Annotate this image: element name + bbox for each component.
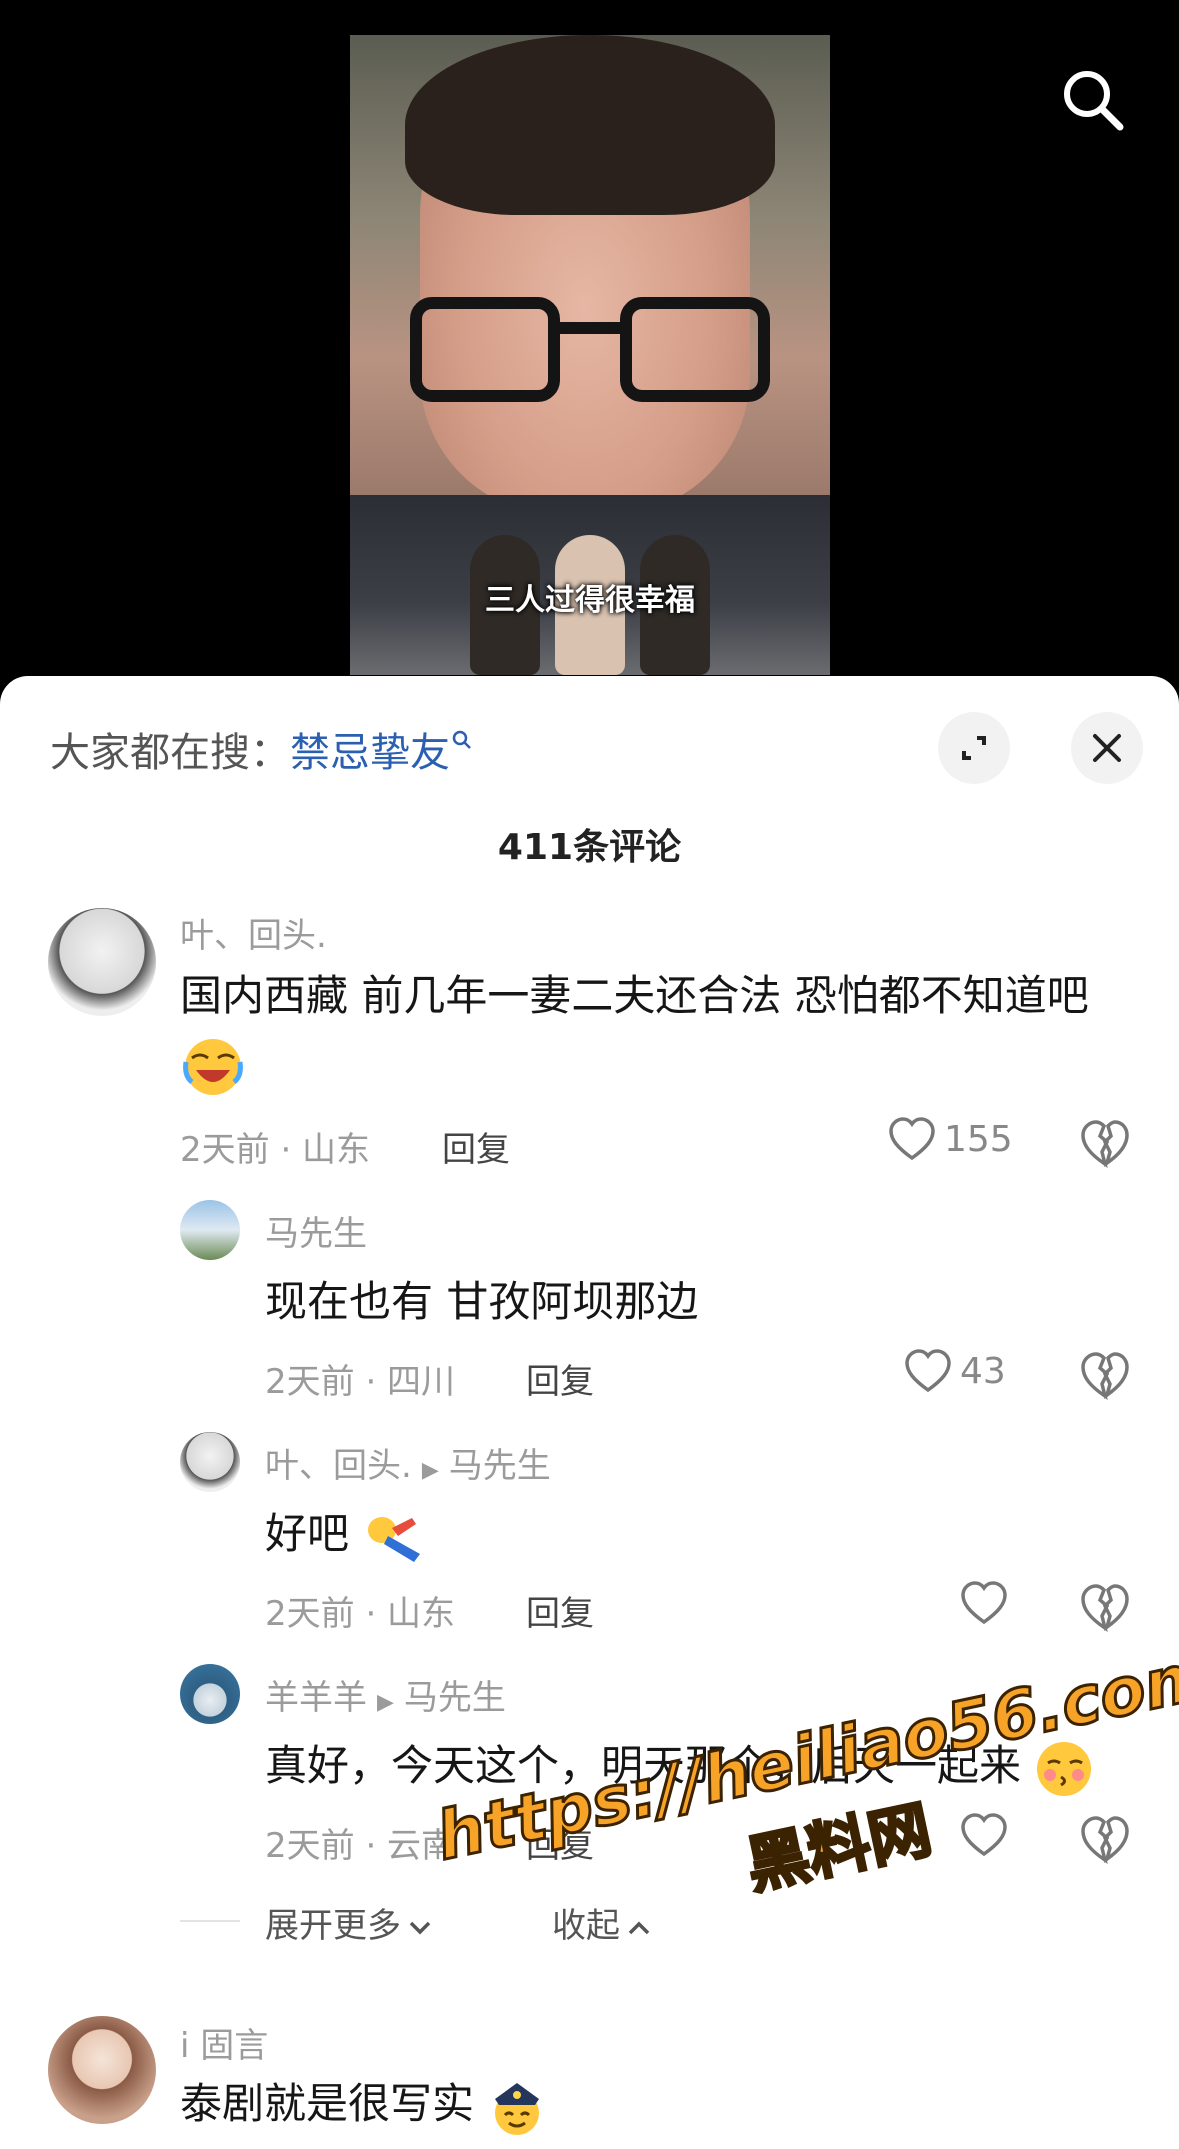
video-bottom-clip: 三人过得很幸福 bbox=[350, 495, 830, 675]
like-count: 155 bbox=[944, 1118, 1013, 1160]
hot-search-prefix: 大家都在搜： bbox=[50, 730, 290, 776]
comment-meta: 2天前 · 山东 bbox=[180, 1130, 371, 1170]
reply-button[interactable]: 回复 bbox=[526, 1586, 594, 1635]
reply-username[interactable]: 马先生 bbox=[265, 1206, 367, 1255]
broken-heart-icon[interactable] bbox=[1080, 1582, 1130, 1632]
lying-down-emoji-icon bbox=[368, 1516, 421, 1562]
comment-username[interactable]: i 固言 bbox=[180, 2018, 268, 2067]
video-top-clip bbox=[350, 35, 830, 515]
divider bbox=[180, 1920, 240, 1922]
person-hair bbox=[405, 35, 775, 215]
comment-text: 国内西藏 前几年一妻二夫还合法 恐怕都不知道吧 bbox=[180, 971, 1089, 1020]
hot-search-bar[interactable]: 大家都在搜：禁忌挚友 bbox=[50, 720, 474, 778]
reply-target[interactable]: 马先生 bbox=[449, 1446, 551, 1486]
expand-icon bbox=[962, 736, 986, 760]
avatar[interactable] bbox=[48, 2016, 156, 2124]
chevron-down-icon bbox=[409, 1921, 431, 1934]
glasses bbox=[410, 297, 770, 407]
reply-button[interactable]: 回复 bbox=[442, 1122, 510, 1171]
heart-icon bbox=[905, 1349, 951, 1393]
video-player[interactable]: 三人过得很幸福 bbox=[0, 0, 1179, 680]
reply-username[interactable]: 叶、回头. ▶ 马先生 bbox=[265, 1438, 551, 1487]
search-icon[interactable] bbox=[1058, 65, 1128, 135]
comment-text: 泰剧就是很写实 bbox=[180, 2076, 547, 2137]
reply-target[interactable]: 马先生 bbox=[404, 1678, 506, 1718]
reply-to-arrow-icon: ▶ bbox=[377, 1690, 394, 1715]
reply-username[interactable]: 羊羊羊 ▶ 马先生 bbox=[265, 1670, 506, 1719]
hot-search-keyword[interactable]: 禁忌挚友 bbox=[290, 730, 450, 776]
close-icon bbox=[1093, 734, 1121, 762]
police-officer-emoji-icon bbox=[495, 2082, 540, 2135]
heart-icon[interactable] bbox=[960, 1580, 1008, 1626]
expand-sheet-button[interactable] bbox=[938, 712, 1010, 784]
small-search-icon bbox=[452, 730, 471, 749]
video-frame: 三人过得很幸福 bbox=[350, 35, 830, 675]
avatar[interactable] bbox=[180, 1432, 240, 1492]
comment-username[interactable]: 叶、回头. bbox=[180, 908, 327, 957]
reply-button[interactable]: 回复 bbox=[526, 1354, 594, 1403]
reply-meta: 2天前 · 云南 bbox=[265, 1826, 456, 1866]
expand-more-button[interactable]: 展开更多 bbox=[265, 1898, 435, 1947]
avatar[interactable] bbox=[48, 908, 156, 1016]
broken-heart-icon[interactable] bbox=[1080, 1118, 1130, 1168]
close-sheet-button[interactable] bbox=[1071, 712, 1143, 784]
like-button[interactable]: 155 bbox=[888, 1116, 1013, 1162]
reply-meta: 2天前 · 四川 bbox=[265, 1362, 456, 1402]
reply-meta: 2天前 · 山东 bbox=[265, 1594, 456, 1634]
crying-laugh-emoji-icon bbox=[183, 1039, 243, 1095]
like-count: 43 bbox=[960, 1350, 1006, 1392]
avatar[interactable] bbox=[180, 1200, 240, 1260]
broken-heart-icon[interactable] bbox=[1080, 1350, 1130, 1400]
reply-to-arrow-icon: ▶ bbox=[421, 1458, 439, 1483]
avatar[interactable] bbox=[180, 1664, 240, 1724]
reply-text: 好吧 bbox=[265, 1506, 428, 1564]
video-caption: 三人过得很幸福 bbox=[485, 583, 695, 618]
comment-count: 411条评论 bbox=[497, 827, 682, 868]
like-button[interactable]: 43 bbox=[904, 1348, 1006, 1394]
heart-icon bbox=[889, 1117, 935, 1161]
reply-text: 现在也有 甘孜阿坝那边 bbox=[265, 1277, 699, 1326]
